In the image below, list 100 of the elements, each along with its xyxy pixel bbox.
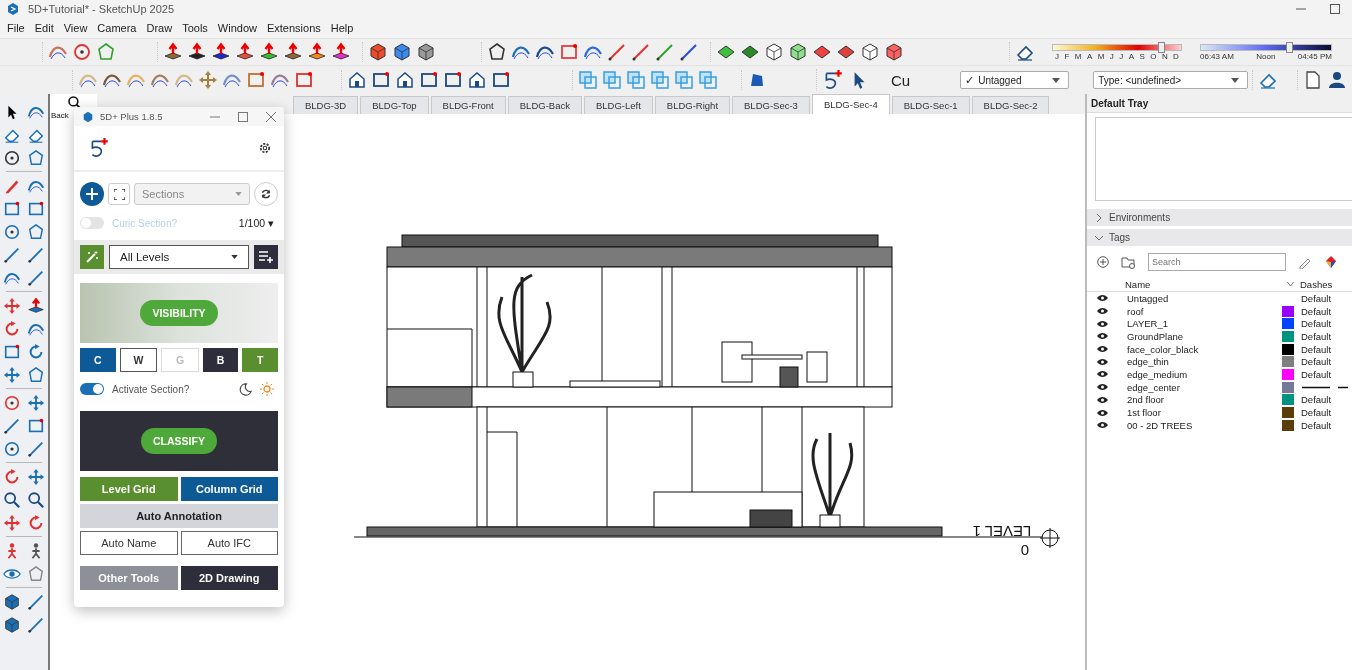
eye-icon[interactable] [1096,307,1108,316]
rotate-icon[interactable] [3,319,21,338]
slider-thumb[interactable] [1286,41,1294,53]
tag-name[interactable]: GroundPlane [1117,330,1276,342]
fullscreen-button[interactable] [108,183,130,205]
tag-name[interactable]: 2nd floor [1117,394,1276,406]
rectangle-icon[interactable] [419,70,439,90]
magic-wand-button[interactable] [80,245,104,269]
eye-icon[interactable] [1096,345,1108,354]
eye-icon[interactable] [1096,332,1108,341]
push-pull-icon[interactable] [27,296,45,315]
tool-button[interactable]: 2D Drawing [180,566,278,590]
rectangle-icon[interactable] [246,70,266,90]
page-icon[interactable] [1303,70,1323,90]
text-tool-button[interactable]: Cu [889,71,913,89]
rotate-icon[interactable] [27,342,45,361]
eye-icon[interactable] [1096,370,1108,379]
rectangle-icon[interactable] [294,70,314,90]
slider-thumb[interactable] [1157,41,1165,53]
eye-icon[interactable] [1096,421,1108,430]
rotate-icon[interactable] [3,467,21,486]
eye-icon[interactable] [1096,395,1108,404]
color-swatch[interactable] [1282,305,1294,317]
rotate-icon[interactable] [27,513,45,532]
menu-item[interactable]: View [58,22,93,34]
rectangle-icon[interactable] [27,416,45,435]
line-icon[interactable] [655,42,675,62]
filter-toggle-button[interactable]: C [80,348,116,372]
cube-icon[interactable] [392,42,412,62]
move-icon[interactable] [3,296,21,315]
cube-icon[interactable] [788,42,808,62]
color-swatch[interactable] [1282,356,1294,368]
tool-button[interactable]: Level Grid [80,477,178,501]
scale-dropdown[interactable]: 1/100 ▾ [238,217,274,229]
tag-name[interactable]: edge_center [1117,381,1276,393]
menu-item[interactable]: Window [212,22,262,34]
color-swatch[interactable] [1282,381,1294,393]
color-swatch[interactable] [1282,419,1294,431]
menu-item[interactable]: Camera [92,22,142,34]
rectangle-icon[interactable] [3,199,21,218]
line-icon[interactable] [27,439,45,458]
menu-item[interactable]: Tools [177,22,213,34]
user-icon[interactable] [1327,70,1347,90]
search-field[interactable]: Search [1148,253,1286,271]
level-select[interactable]: All Levels [109,245,249,269]
cube-icon[interactable] [860,42,880,62]
polygon-icon[interactable] [487,42,507,62]
push-pull-icon[interactable] [211,42,231,62]
color-swatch[interactable] [1282,368,1294,380]
tag-name[interactable]: roof [1117,305,1276,317]
cube-icon[interactable] [416,42,436,62]
add-icon[interactable] [1097,256,1109,268]
maximize-icon[interactable] [1330,4,1340,14]
line-icon[interactable] [27,268,45,287]
time-slider[interactable] [1200,43,1332,51]
line-icon[interactable] [27,592,45,611]
toggle-switch[interactable] [80,217,104,229]
scene-tab[interactable]: BLDG-Top [360,96,429,114]
push-pull-icon[interactable] [235,42,255,62]
scene-tab[interactable]: BLDG-Sec-2 [971,96,1050,114]
tag-name[interactable]: 1st floor [1117,407,1276,419]
scene-tab[interactable]: BLDG-Sec-3 [732,96,810,114]
line-icon[interactable] [3,416,21,435]
scene-tab[interactable]: BLDG-Right [654,96,731,114]
column-header[interactable]: Dashes [1300,278,1352,290]
push-pull-icon[interactable] [283,42,303,62]
panel-header[interactable]: Environments [1087,209,1352,226]
color-swatch[interactable] [1282,394,1294,406]
move-icon[interactable] [27,393,45,412]
line-icon[interactable] [631,42,651,62]
tool-button[interactable]: Column Grid [180,477,278,501]
filter-toggle-button[interactable]: T [242,348,278,372]
tag-name[interactable]: Untagged [1117,292,1276,304]
line-icon[interactable] [27,615,45,634]
move-icon[interactable] [198,70,218,90]
menu-item[interactable]: Edit [29,22,59,34]
cube-icon[interactable] [3,592,21,611]
line-icon[interactable] [607,42,627,62]
cube-icon[interactable] [3,615,21,634]
move-icon[interactable] [3,365,21,384]
refresh-button[interactable] [254,182,278,206]
line-icon[interactable] [27,245,45,264]
cube-icon[interactable] [884,42,904,62]
tool-button[interactable]: Auto Name [80,531,178,555]
filter-toggle-button[interactable]: B [202,348,239,372]
rectangle-icon[interactable] [491,70,511,90]
eye-icon[interactable] [1096,294,1108,303]
circle-icon[interactable] [3,148,21,167]
type-dropdown[interactable]: Type: <undefined> [1093,71,1248,89]
move-icon[interactable] [3,513,21,532]
house-icon[interactable] [347,70,367,90]
add-list-button[interactable] [254,245,278,269]
menu-item[interactable]: Extensions [261,22,326,34]
scene-tab[interactable]: BLDG-Left [583,96,653,114]
scene-tab[interactable]: BLDG-Back [507,96,582,114]
maximize-icon[interactable] [238,111,248,122]
settings-icon[interactable] [258,141,272,155]
date-slider[interactable] [1052,43,1182,51]
eye-icon[interactable] [1096,383,1108,392]
eye-icon[interactable] [1096,357,1108,366]
